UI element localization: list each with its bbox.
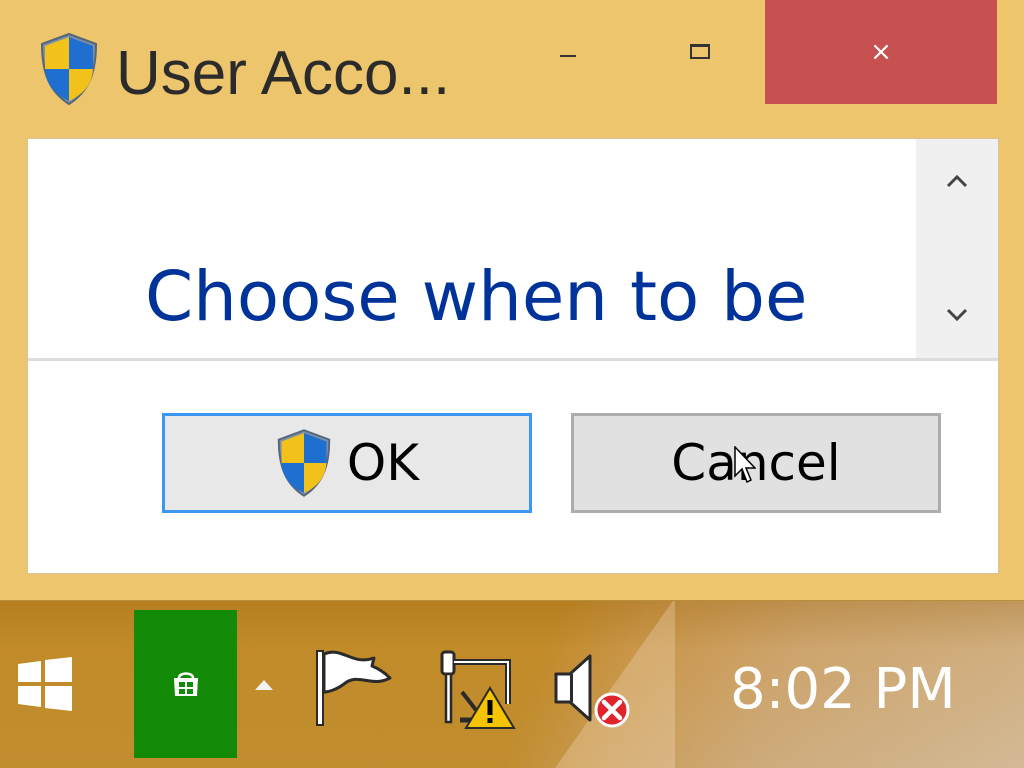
message-area: Choose when to be [28, 139, 916, 359]
uac-dialog-window: User Acco... × Choose when to be OK Canc… [0, 0, 1024, 601]
windows-start-icon[interactable] [16, 656, 74, 712]
cancel-button[interactable]: Cancel [571, 413, 941, 513]
minimize-button[interactable] [520, 0, 616, 104]
maximize-icon [690, 43, 710, 59]
ok-label: OK [346, 434, 420, 492]
minimize-icon [560, 55, 576, 57]
network-warning-icon[interactable] [432, 648, 516, 730]
close-icon: × [870, 37, 892, 67]
scroll-down-button[interactable] [916, 285, 998, 345]
mouse-cursor-icon [734, 446, 756, 484]
chevron-down-icon [946, 308, 968, 322]
dialog-content: Choose when to be OK Cancel [27, 138, 999, 574]
message-scrollbar[interactable] [916, 139, 998, 359]
message-heading: Choose when to be [145, 257, 808, 337]
taskbar-clock[interactable]: 8:02 PM [730, 658, 956, 722]
ok-button[interactable]: OK [162, 413, 532, 513]
scroll-up-button[interactable] [916, 151, 998, 211]
flag-icon[interactable] [312, 648, 392, 728]
volume-muted-icon[interactable] [552, 650, 632, 730]
close-button[interactable]: × [765, 0, 997, 104]
content-divider [28, 358, 998, 361]
window-title: User Acco... [116, 39, 451, 108]
store-icon [173, 672, 198, 696]
chevron-up-icon [946, 174, 968, 188]
maximize-button[interactable] [652, 0, 748, 104]
tray-arrow-icon[interactable] [255, 680, 273, 690]
store-taskbar-button[interactable] [134, 610, 237, 758]
uac-shield-icon [277, 429, 331, 497]
uac-shield-icon [40, 32, 98, 106]
